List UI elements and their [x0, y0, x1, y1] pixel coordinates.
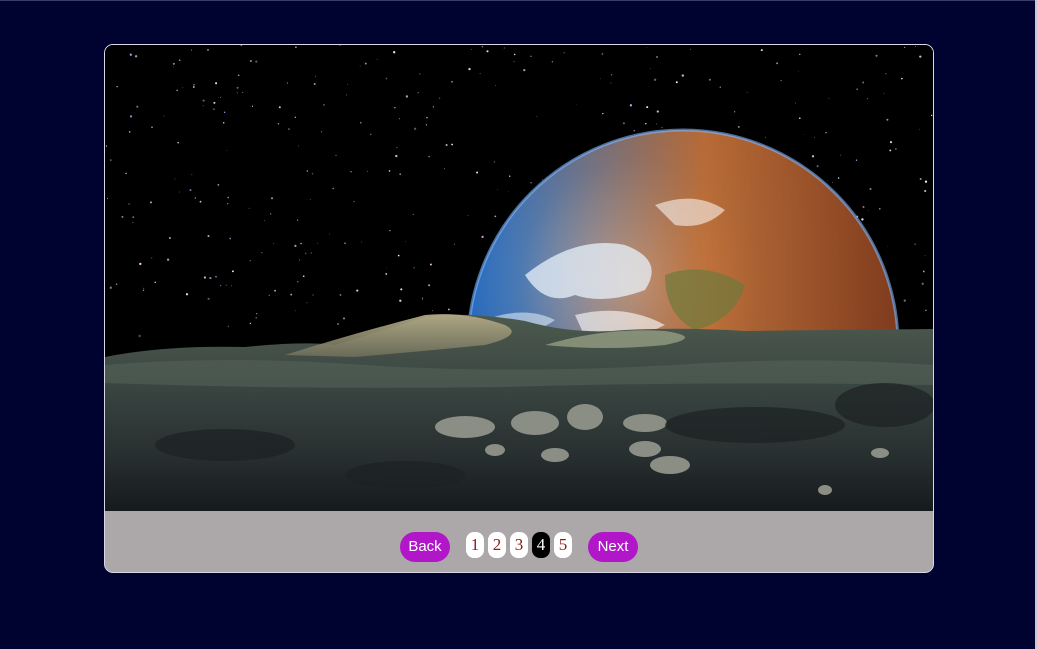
page-dot-2[interactable]: 2	[488, 532, 506, 558]
back-button[interactable]: Back	[400, 532, 450, 562]
next-button[interactable]: Next	[588, 532, 638, 562]
page-dot-4-active[interactable]: 4	[532, 532, 550, 558]
slider-controls: Back 1 2 3 4 5 Next	[105, 512, 933, 572]
slide-image	[105, 45, 933, 511]
page-dot-3[interactable]: 3	[510, 532, 528, 558]
page-dot-5[interactable]: 5	[554, 532, 572, 558]
image-slider: Back 1 2 3 4 5 Next	[104, 44, 934, 573]
window-top-edge	[0, 0, 1037, 1]
earthrise-image	[105, 45, 933, 511]
page-dot-1[interactable]: 1	[466, 532, 484, 558]
